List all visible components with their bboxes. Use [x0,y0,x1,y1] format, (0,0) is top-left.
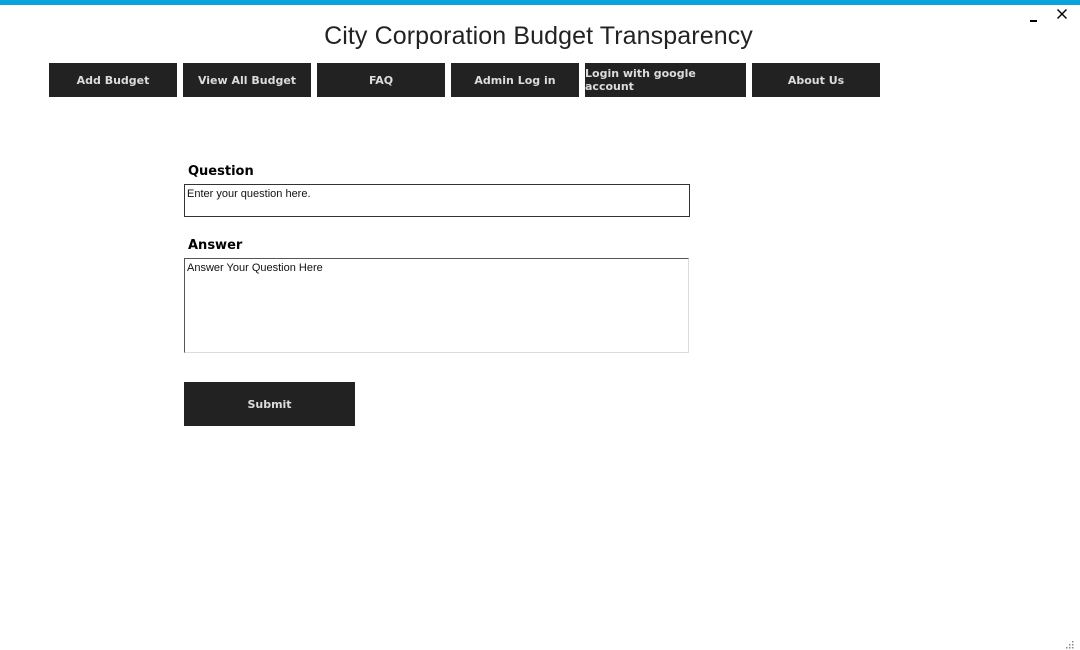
question-input[interactable]: Enter your question here. [184,184,690,217]
close-icon[interactable] [1056,8,1068,22]
add-budget-button[interactable]: Add Budget [49,63,177,97]
google-login-button[interactable]: Login with google account [585,63,746,97]
about-us-button[interactable]: About Us [752,63,880,97]
answer-label: Answer [188,238,243,253]
minimize-icon[interactable] [1028,8,1040,22]
resize-grip-icon[interactable] [1064,634,1074,649]
app-title: City Corporation Budget Transparency [324,22,753,50]
question-label: Question [188,164,254,179]
view-all-budget-button[interactable]: View All Budget [183,63,311,97]
admin-login-button[interactable]: Admin Log in [451,63,579,97]
window-controls [1028,8,1068,22]
submit-button[interactable]: Submit [184,382,355,426]
faq-button[interactable]: FAQ [317,63,445,97]
app-window: City Corporation Budget Transparency Add… [0,0,1080,650]
answer-input[interactable]: Answer Your Question Here [184,258,689,353]
window-accent-bar [0,0,1080,5]
